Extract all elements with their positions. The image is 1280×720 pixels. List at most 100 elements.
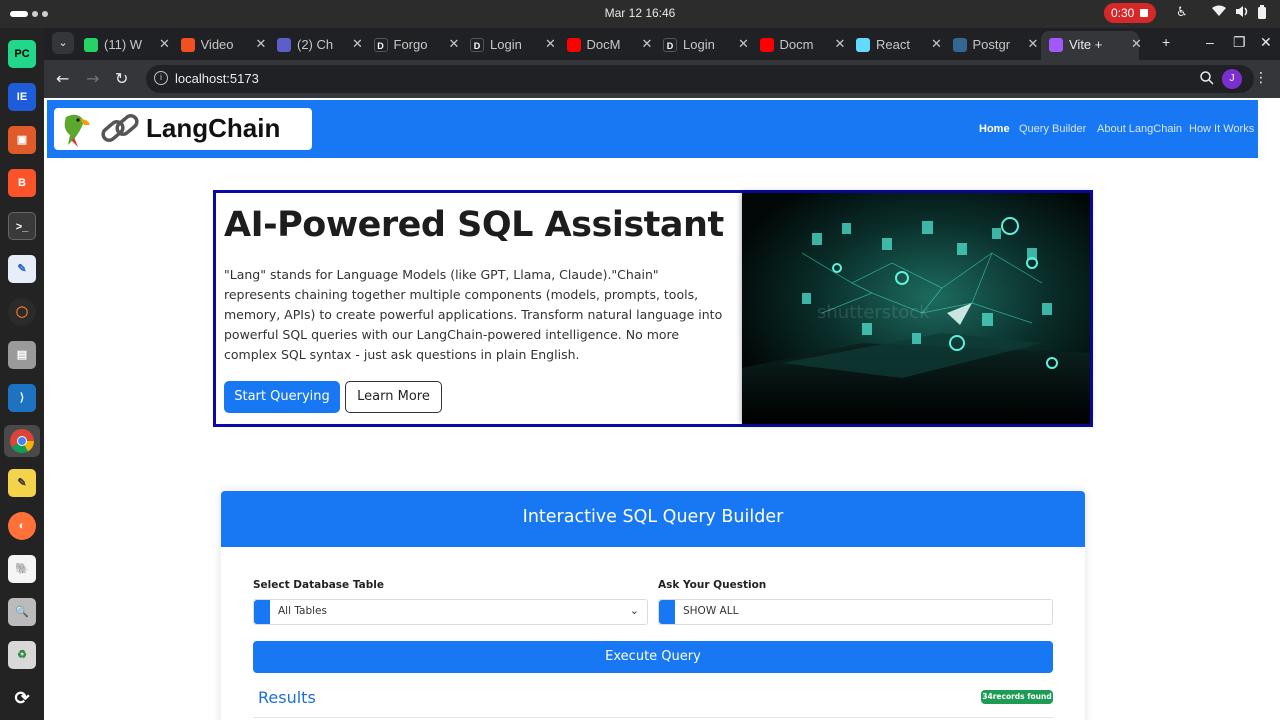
- profile-avatar[interactable]: J: [1222, 69, 1242, 89]
- wifi-icon[interactable]: [1212, 5, 1226, 21]
- tab-title: Postgr: [972, 37, 1011, 52]
- chain-link-icon: [101, 114, 139, 142]
- svg-text:shutterstock: shutterstock: [817, 302, 930, 323]
- tab-title: DocM: [586, 37, 621, 52]
- vscode-icon[interactable]: ⟩: [8, 384, 36, 412]
- close-tab-icon[interactable]: ✕: [449, 36, 460, 52]
- trash-icon[interactable]: ♻: [8, 641, 36, 669]
- restore-button[interactable]: ❐: [1233, 34, 1246, 51]
- query-builder-title: Interactive SQL Query Builder: [221, 491, 1085, 547]
- parrot-icon: [64, 114, 90, 147]
- browser-tab[interactable]: Docm ✕: [759, 31, 850, 60]
- whatsapp-icon: [84, 38, 98, 52]
- tab-title: React: [876, 37, 910, 52]
- close-tab-icon[interactable]: ✕: [835, 36, 846, 52]
- logo-text: LangChain: [146, 113, 281, 143]
- os-top-bar: Mar 12 16:46 0:30 ♿: [0, 0, 1280, 28]
- battery-icon[interactable]: [1257, 5, 1267, 23]
- browser-tab[interactable]: (2) Ch ✕: [277, 31, 367, 60]
- browser-tab[interactable]: (11) W ✕: [84, 31, 174, 60]
- browser-tab[interactable]: Video ✕: [180, 31, 271, 60]
- forward-button[interactable]: →: [86, 69, 99, 88]
- new-tab-button[interactable]: +: [1162, 34, 1170, 50]
- site-info-icon[interactable]: i: [154, 71, 168, 85]
- microsoft-icon: [180, 38, 195, 52]
- learn-more-button[interactable]: Learn More: [345, 381, 442, 413]
- results-heading: Results: [258, 688, 316, 707]
- reload-button[interactable]: ↻: [115, 69, 128, 88]
- app-dock: PC IE ▣ B >_ ✎ ◯ ▤ ⟩ ✎ ◐ 🐘 🔍 ♻ ⟳: [0, 28, 44, 720]
- postgres-admin-icon[interactable]: 🐘: [8, 555, 36, 583]
- stop-recording-icon[interactable]: [1140, 9, 1148, 17]
- firefox-icon[interactable]: ◐: [8, 512, 36, 540]
- nav-how-it-works[interactable]: How It Works: [1189, 123, 1254, 135]
- brave-browser-icon[interactable]: B: [8, 169, 36, 197]
- accessibility-icon[interactable]: ♿: [1176, 5, 1188, 20]
- question-input[interactable]: SHOW ALL: [658, 599, 1053, 625]
- close-tab-icon[interactable]: ✕: [352, 36, 363, 52]
- nav-about-langchain[interactable]: About LangChain: [1097, 123, 1182, 135]
- postgres-icon: [952, 38, 967, 52]
- hero-title: AI-Powered SQL Assistant: [224, 205, 724, 245]
- zoom-search-icon[interactable]: [1200, 70, 1214, 89]
- show-apps-icon[interactable]: ⟳: [8, 684, 36, 712]
- nav-home[interactable]: Home: [979, 123, 1010, 135]
- browser-tab[interactable]: Vite + ✕: [1041, 31, 1142, 60]
- query-builder-card: Interactive SQL Query Builder Select Dat…: [221, 491, 1085, 720]
- tab-title: (11) W: [104, 37, 143, 52]
- field-accent-stripe: [254, 600, 270, 624]
- browser-menu-icon[interactable]: ⋮: [1254, 70, 1268, 86]
- close-tab-icon[interactable]: ✕: [159, 36, 170, 52]
- url-text[interactable]: localhost:5173: [175, 71, 259, 86]
- close-tab-icon[interactable]: ✕: [545, 36, 556, 52]
- tab-title: (2) Ch: [297, 37, 334, 52]
- browser-tab[interactable]: Postgr ✕: [952, 31, 1043, 60]
- back-button[interactable]: ←: [56, 69, 69, 88]
- start-querying-button[interactable]: Start Querying: [224, 381, 340, 413]
- jupyter-icon[interactable]: ◯: [8, 298, 36, 326]
- browser-tab[interactable]: React ✕: [856, 31, 946, 60]
- system-clock[interactable]: Mar 12 16:46: [0, 6, 1280, 20]
- close-tab-icon[interactable]: ✕: [1028, 36, 1039, 52]
- execute-query-button[interactable]: Execute Query: [253, 641, 1053, 673]
- web-page: LangChain Home Query Builder About LangC…: [44, 98, 1280, 720]
- address-bar[interactable]: i localhost:5173 ☆: [146, 65, 1254, 93]
- react-icon: [856, 38, 870, 52]
- table-select[interactable]: All Tables ⌄: [253, 599, 648, 625]
- tab-title: Login: [490, 37, 522, 52]
- volume-icon[interactable]: [1235, 5, 1249, 22]
- browser-tab-strip: ⌄ (11) W ✕ Video ✕ (2) Ch ✕ D Forgo ✕ D Login ✕ DocM…: [44, 28, 1280, 60]
- browser-tab[interactable]: D Login ✕: [663, 31, 753, 60]
- hero-section: AI-Powered SQL Assistant "Lang" stands f…: [213, 190, 1093, 427]
- question-input-value: SHOW ALL: [683, 605, 739, 617]
- tab-search-button[interactable]: ⌄: [52, 32, 74, 54]
- close-tab-icon[interactable]: ✕: [738, 36, 749, 52]
- chrome-icon: [10, 429, 34, 454]
- notes-icon[interactable]: ✎: [8, 469, 36, 497]
- browser-tab[interactable]: DocM ✕: [566, 31, 657, 60]
- chrome-active-slot[interactable]: [4, 425, 40, 457]
- pycharm-icon[interactable]: PC: [8, 40, 36, 68]
- nav-query-builder[interactable]: Query Builder: [1019, 123, 1086, 135]
- ai-data-illustration: shutterstock: [742, 193, 1090, 424]
- tab-title: Docm: [779, 37, 814, 52]
- close-tab-icon[interactable]: ✕: [1131, 36, 1142, 52]
- recording-indicator[interactable]: 0:30: [1104, 3, 1156, 23]
- files-icon[interactable]: ▤: [8, 341, 36, 369]
- text-editor-icon[interactable]: ✎: [8, 255, 36, 283]
- browser-tab[interactable]: D Login ✕: [470, 31, 560, 60]
- close-tab-icon[interactable]: ✕: [642, 36, 653, 52]
- browser-tab[interactable]: D Forgo ✕: [373, 31, 464, 60]
- close-window-button[interactable]: ✕: [1260, 34, 1272, 51]
- field-accent-stripe: [659, 600, 675, 624]
- image-viewer-icon[interactable]: 🔍: [8, 598, 36, 626]
- close-tab-icon[interactable]: ✕: [931, 36, 942, 52]
- minimize-button[interactable]: –: [1206, 34, 1214, 50]
- langchain-logo[interactable]: LangChain: [54, 108, 312, 150]
- presentation-app-icon[interactable]: ▣: [8, 126, 36, 154]
- intellij-icon[interactable]: IE: [8, 83, 36, 111]
- d-icon: D: [470, 38, 484, 52]
- tab-title: Login: [683, 37, 715, 52]
- terminal-icon[interactable]: >_: [8, 212, 36, 240]
- close-tab-icon[interactable]: ✕: [256, 36, 267, 52]
